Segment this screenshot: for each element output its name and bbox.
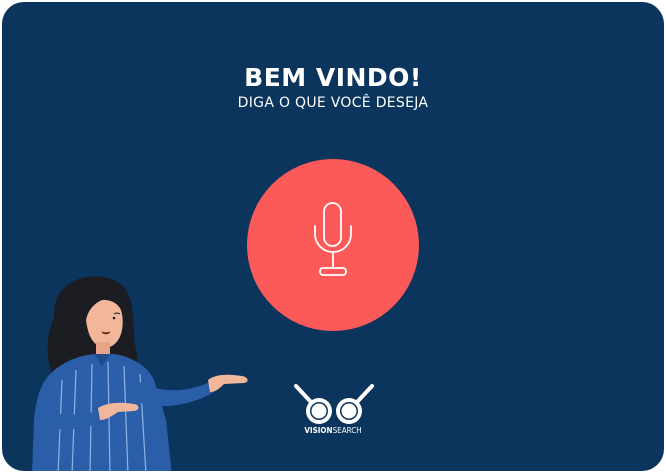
woman-presenting-illustration: [32, 276, 248, 471]
vision-search-logo: VISIONSEARCH: [288, 382, 378, 442]
welcome-subtitle: DIGA O QUE VOCÊ DESEJA: [237, 95, 429, 111]
microphone-icon: [314, 202, 352, 276]
welcome-title: BEM VINDO!: [244, 63, 422, 92]
binoculars-logo-icon: [294, 384, 374, 424]
microphone-button[interactable]: [247, 159, 419, 331]
app-window: BEM VINDO! DIGA O QUE VOCÊ DESEJA VISION…: [2, 2, 664, 471]
logo-wordmark: VISIONSEARCH: [304, 426, 362, 435]
